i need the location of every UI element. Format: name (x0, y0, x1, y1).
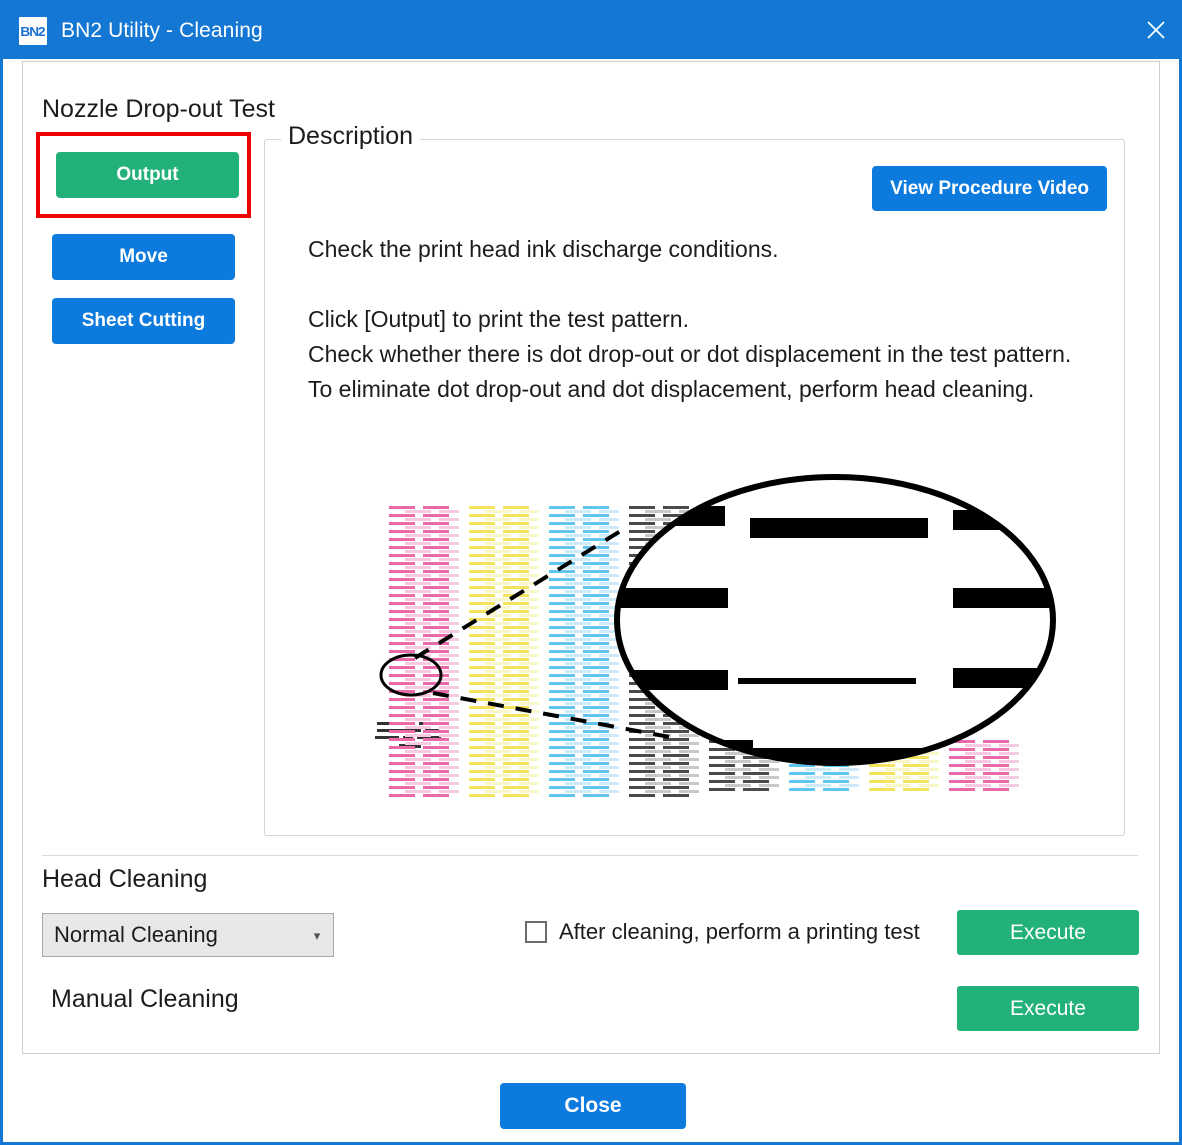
description-text: Check the print head ink discharge condi… (308, 236, 1072, 402)
printing-test-checkbox[interactable] (525, 921, 547, 943)
chevron-down-icon: ▾ (313, 927, 321, 943)
manual-cleaning-execute-button[interactable]: Execute (957, 986, 1139, 1031)
section-divider (42, 855, 1138, 856)
printing-test-checkbox-label: After cleaning, perform a printing test (559, 919, 920, 944)
close-button[interactable]: Close (500, 1083, 686, 1129)
bn2-app-icon-glyph: BN2 (20, 23, 46, 39)
head-cleaning-execute-button[interactable]: Execute (957, 910, 1139, 955)
bn2-app-icon: BN2 (19, 17, 47, 45)
page-title: Nozzle Drop-out Test (42, 95, 275, 123)
nozzle-test-pattern-illustration (375, 470, 1115, 815)
close-icon[interactable] (1127, 3, 1179, 56)
action-button-column: Output Move Sheet Cutting (36, 132, 251, 344)
printing-test-checkbox-row: After cleaning, perform a printing test (525, 919, 920, 945)
output-button-highlight: Output (36, 132, 251, 218)
move-button[interactable]: Move (52, 234, 235, 280)
cleaning-mode-select[interactable]: Normal Cleaning ▾ (42, 913, 334, 957)
description-panel: Description View Procedure Video Check t… (264, 122, 1125, 836)
window-title: BN2 Utility - Cleaning (61, 19, 263, 42)
dialog-content-card: Nozzle Drop-out Test Output Move Sheet C… (22, 61, 1160, 1054)
description-legend: Description (281, 122, 421, 151)
title-bar: BN2 BN2 Utility - Cleaning (3, 3, 1179, 59)
cleaning-mode-value: Normal Cleaning (54, 922, 218, 947)
output-button[interactable]: Output (56, 152, 239, 198)
cleaning-dialog-window: BN2 BN2 Utility - Cleaning Nozzle Drop-o… (0, 0, 1182, 1145)
view-procedure-video-button[interactable]: View Procedure Video (872, 166, 1107, 211)
manual-cleaning-title: Manual Cleaning (51, 985, 239, 1013)
sheet-cutting-button[interactable]: Sheet Cutting (52, 298, 235, 344)
head-cleaning-title: Head Cleaning (42, 865, 208, 893)
